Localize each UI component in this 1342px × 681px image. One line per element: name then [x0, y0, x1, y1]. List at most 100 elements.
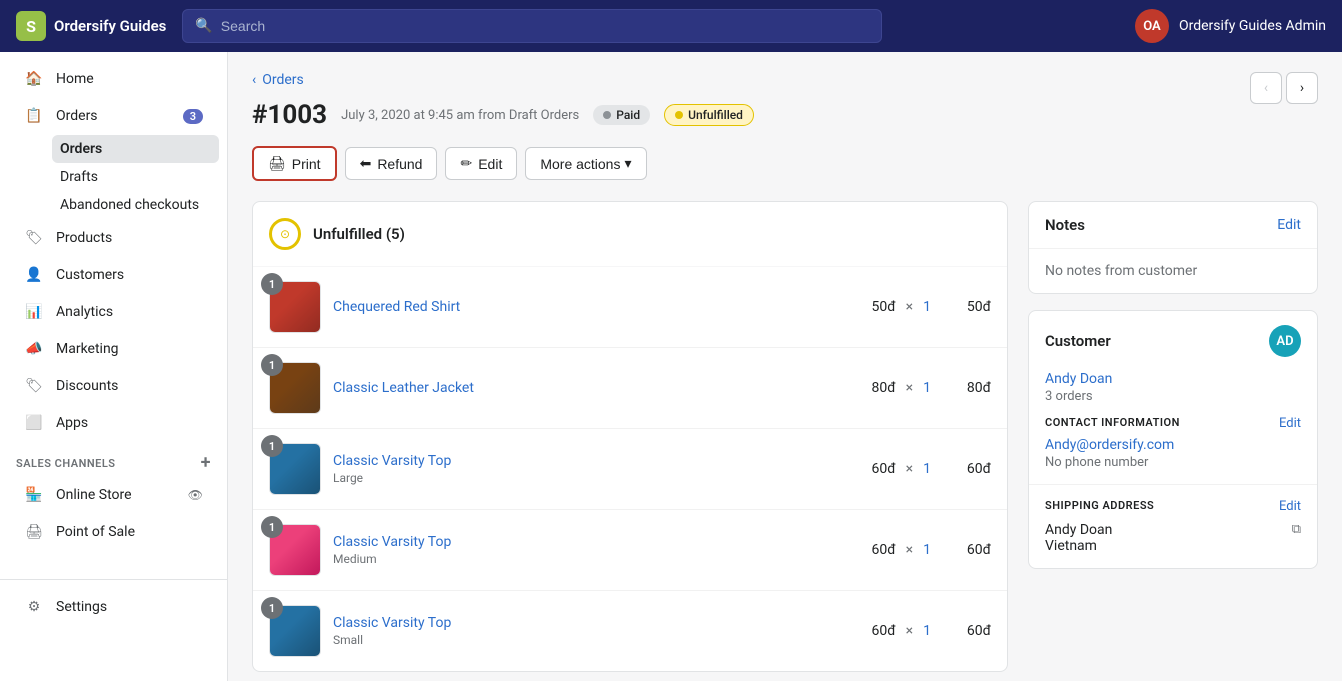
customer-orders-count: 3 orders — [1045, 389, 1301, 404]
sidebar-item-settings[interactable]: ⚙ Settings — [8, 589, 219, 625]
search-icon: 🔍 — [195, 18, 212, 34]
product-total: 60đ — [941, 461, 991, 477]
products-icon: 🏷 — [24, 228, 44, 248]
user-name: Ordersify Guides Admin — [1179, 18, 1326, 34]
header-area: ‹ › ‹ Orders #1003 July 3, 2020 at 9:45 … — [252, 72, 1318, 181]
search-box: 🔍 — [182, 9, 882, 43]
unfulfilled-title: Unfulfilled (5) — [313, 225, 405, 243]
orders-sub-menu: Orders Drafts Abandoned checkouts — [8, 135, 219, 219]
product-name-link[interactable]: Classic Varsity Top — [333, 453, 451, 469]
contact-edit-button[interactable]: Edit — [1279, 416, 1301, 431]
product-qty-link[interactable]: 1 — [923, 461, 931, 477]
product-name-link[interactable]: Classic Varsity Top — [333, 534, 451, 550]
product-info: Classic Varsity Top Small — [333, 615, 860, 647]
product-price-area: 60đ × 1 60đ — [872, 461, 991, 477]
action-bar: 🖨 Print ⬅ Refund ✏ Edit More actions ▾ — [252, 146, 1318, 181]
add-sales-channel-button[interactable]: + — [201, 454, 211, 472]
product-info: Chequered Red Shirt — [333, 299, 860, 315]
product-total: 80đ — [941, 380, 991, 396]
order-date: July 3, 2020 at 9:45 am from Draft Order… — [341, 108, 579, 123]
apps-icon: ⬜ — [24, 413, 44, 433]
product-price: 60đ — [872, 461, 896, 477]
avatar[interactable]: OA — [1135, 9, 1169, 43]
product-name-link[interactable]: Chequered Red Shirt — [333, 299, 460, 315]
product-qty-link[interactable]: 1 — [923, 299, 931, 315]
main-content: ‹ › ‹ Orders #1003 July 3, 2020 at 9:45 … — [228, 52, 1342, 681]
sidebar-item-products[interactable]: 🏷 Products — [8, 220, 219, 256]
sidebar-item-label-products: Products — [56, 230, 112, 246]
prev-order-button[interactable]: ‹ — [1250, 72, 1282, 104]
sales-channels-section: SALES CHANNELS + — [0, 442, 227, 476]
more-actions-button[interactable]: More actions ▾ — [525, 147, 646, 180]
product-price-area: 50đ × 1 50đ — [872, 299, 991, 315]
sidebar-item-label-orders: Orders — [56, 108, 98, 124]
chevron-down-icon: ▾ — [624, 155, 631, 172]
product-info: Classic Varsity Top Large — [333, 453, 860, 485]
main-layout: 🏠 Home 📋 Orders 3 Orders Drafts Abandone… — [0, 52, 1342, 681]
sidebar-sub-drafts[interactable]: Drafts — [52, 163, 219, 191]
unfulfilled-dot — [675, 111, 683, 119]
orders-icon: 📋 — [24, 106, 44, 126]
refund-button[interactable]: ⬅ Refund — [345, 147, 438, 180]
product-thumb-wrap: 1 — [269, 605, 321, 657]
sidebar-item-marketing[interactable]: 📣 Marketing — [8, 331, 219, 367]
product-name-link[interactable]: Classic Leather Jacket — [333, 380, 474, 396]
next-order-button[interactable]: › — [1286, 72, 1318, 104]
sidebar-item-analytics[interactable]: 📊 Analytics — [8, 294, 219, 330]
contact-email[interactable]: Andy@ordersify.com — [1045, 437, 1301, 453]
sidebar-item-discounts[interactable]: 🏷 Discounts — [8, 368, 219, 404]
breadcrumb[interactable]: ‹ Orders — [252, 72, 1318, 88]
sidebar-item-label-pos: Point of Sale — [56, 524, 135, 540]
product-variant: Small — [333, 633, 860, 647]
topnav: S Ordersify Guides 🔍 OA Ordersify Guides… — [0, 0, 1342, 52]
search-input[interactable] — [221, 18, 870, 34]
customer-header: Customer AD — [1029, 311, 1317, 371]
product-price-area: 60đ × 1 60đ — [872, 542, 991, 558]
notes-card-header: Notes Edit — [1029, 202, 1317, 249]
sidebar-item-apps[interactable]: ⬜ Apps — [8, 405, 219, 441]
sidebar-item-home[interactable]: 🏠 Home — [8, 61, 219, 97]
order-navigation: ‹ › — [1250, 72, 1318, 104]
home-icon: 🏠 — [24, 69, 44, 89]
product-qty-link[interactable]: 1 — [923, 542, 931, 558]
product-row: 1 Classic Varsity Top Medium 60đ × 1 60đ — [253, 510, 1007, 591]
online-store-eye-icon: 👁 — [188, 488, 203, 502]
sidebar-item-online-store[interactable]: 🏪 Online Store 👁 — [8, 477, 219, 513]
sidebar-item-label-discounts: Discounts — [56, 378, 118, 394]
notes-body: No notes from customer — [1029, 249, 1317, 293]
sidebar: 🏠 Home 📋 Orders 3 Orders Drafts Abandone… — [0, 52, 228, 681]
pos-icon: 🖨 — [24, 522, 44, 542]
edit-button[interactable]: ✏ Edit — [445, 147, 517, 180]
order-number: #1003 — [252, 100, 327, 130]
sidebar-sub-abandoned[interactable]: Abandoned checkouts — [52, 191, 219, 219]
brand-name: Ordersify Guides — [54, 17, 166, 35]
brand[interactable]: S Ordersify Guides — [16, 11, 166, 41]
product-total: 60đ — [941, 542, 991, 558]
sidebar-item-point-of-sale[interactable]: 🖨 Point of Sale — [8, 514, 219, 550]
product-name-link[interactable]: Classic Varsity Top — [333, 615, 451, 631]
product-qty-badge: 1 — [261, 273, 283, 295]
customer-name[interactable]: Andy Doan — [1045, 371, 1301, 387]
sidebar-sub-orders[interactable]: Orders — [52, 135, 219, 163]
sidebar-item-customers[interactable]: 👤 Customers — [8, 257, 219, 293]
customers-icon: 👤 — [24, 265, 44, 285]
sidebar-item-orders[interactable]: 📋 Orders 3 — [8, 98, 219, 134]
refund-icon: ⬅ — [360, 155, 372, 172]
print-button[interactable]: 🖨 Print — [252, 146, 337, 181]
sidebar-item-label-apps: Apps — [56, 415, 88, 431]
product-qty-link[interactable]: 1 — [923, 380, 931, 396]
times-symbol: × — [906, 299, 913, 315]
edit-icon: ✏ — [460, 155, 472, 172]
product-price: 50đ — [872, 299, 896, 315]
copy-address-button[interactable]: ⧉ — [1292, 522, 1301, 537]
shipping-edit-button[interactable]: Edit — [1279, 499, 1301, 514]
paid-dot — [603, 111, 611, 119]
product-thumb-wrap: 1 — [269, 281, 321, 333]
unfulfilled-header: ⊙ Unfulfilled (5) — [253, 202, 1007, 267]
times-symbol: × — [906, 380, 913, 396]
unfulfilled-icon: ⊙ — [269, 218, 301, 250]
product-qty-badge: 1 — [261, 597, 283, 619]
online-store-icon: 🏪 — [24, 485, 44, 505]
product-qty-link[interactable]: 1 — [923, 623, 931, 639]
notes-edit-button[interactable]: Edit — [1277, 217, 1301, 233]
